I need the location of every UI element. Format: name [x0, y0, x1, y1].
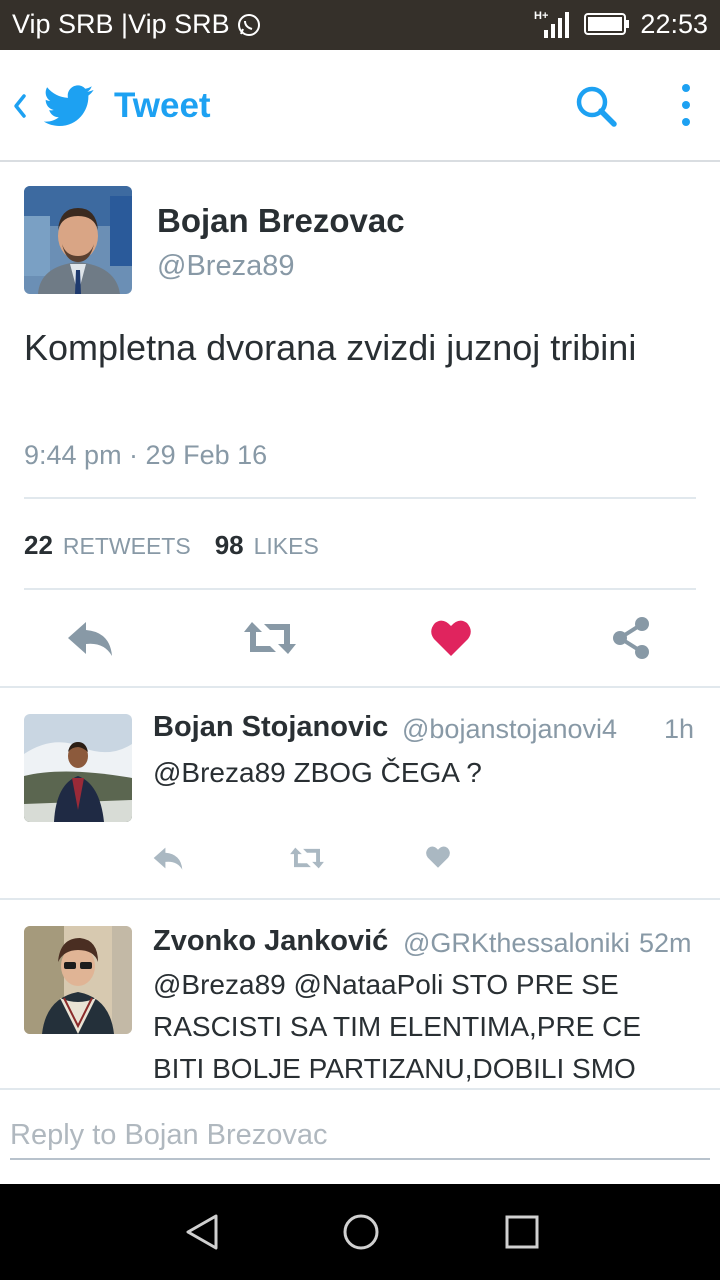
tweet-text: Kompletna dvorana zvizdi juznoj tribini [24, 327, 637, 368]
battery-icon [584, 13, 630, 35]
svg-text:H+: H+ [534, 10, 548, 22]
whatsapp-icon [237, 13, 260, 36]
retweet-icon[interactable] [288, 845, 326, 871]
author-name[interactable]: Bojan Brezovac [157, 202, 405, 240]
reply-time: 1h [664, 714, 695, 744]
search-icon[interactable] [574, 84, 618, 128]
clock: 22:53 [640, 8, 708, 39]
retweet-icon[interactable] [242, 618, 298, 658]
divider [24, 588, 696, 590]
reply-author-name[interactable]: Bojan Stojanovic [153, 711, 388, 744]
reply-icon[interactable] [152, 845, 184, 871]
overflow-menu-icon[interactable] [668, 80, 704, 130]
reply-input[interactable] [10, 1112, 710, 1160]
app-title: Tweet [114, 86, 211, 125]
back-icon[interactable] [8, 86, 30, 126]
nav-home-icon[interactable] [341, 1212, 381, 1252]
share-icon[interactable] [610, 616, 652, 660]
divider [24, 497, 696, 499]
status-bar: Vip SRB |Vip SRB H+ 22:53 [0, 0, 720, 50]
twitter-bird-icon [44, 85, 94, 126]
reply-author-handle[interactable]: @bojanstojanovi4 [402, 714, 617, 745]
status-right: H+ 22:53 [534, 8, 708, 40]
likes-count[interactable]: 98 [215, 530, 244, 561]
reply-author-name[interactable]: Zvonko Janković [153, 925, 388, 958]
tweet-timestamp: 9:44 pm · 29 Feb 16 [24, 440, 268, 470]
carrier-info: Vip SRB |Vip SRB [12, 9, 262, 40]
retweets-label[interactable]: RETWEETS [63, 533, 191, 560]
reply-author-handle[interactable]: @GRKthessaloniki [403, 928, 630, 959]
reply-avatar[interactable] [24, 926, 132, 1034]
like-icon[interactable] [425, 845, 451, 869]
divider [0, 898, 720, 900]
nav-back-icon[interactable] [182, 1212, 222, 1252]
retweets-count[interactable]: 22 [24, 530, 53, 561]
likes-label[interactable]: LIKES [254, 533, 319, 560]
tweet-stats: 22 RETWEETS 98 LIKES [24, 530, 343, 561]
signal-icon: H+ [534, 10, 570, 38]
author-handle[interactable]: @Breza89 [157, 250, 294, 283]
reply-avatar[interactable] [24, 714, 132, 822]
app-bar: Tweet [0, 50, 720, 162]
reply-text: @Breza89 @NataaPoli STO PRE SE RASCISTI … [153, 969, 642, 1084]
reply-text: @Breza89 ZBOG ČEGA ? [153, 757, 482, 788]
navigation-bar [0, 1184, 720, 1280]
like-icon[interactable] [430, 618, 472, 658]
reply-composer [0, 1088, 720, 1184]
nav-recents-icon[interactable] [502, 1212, 542, 1252]
carrier-label: Vip SRB |Vip SRB [12, 9, 230, 39]
author-avatar[interactable] [24, 186, 132, 294]
reply-time: 52m [639, 928, 692, 958]
divider [0, 686, 720, 688]
reply-icon[interactable] [66, 618, 114, 658]
